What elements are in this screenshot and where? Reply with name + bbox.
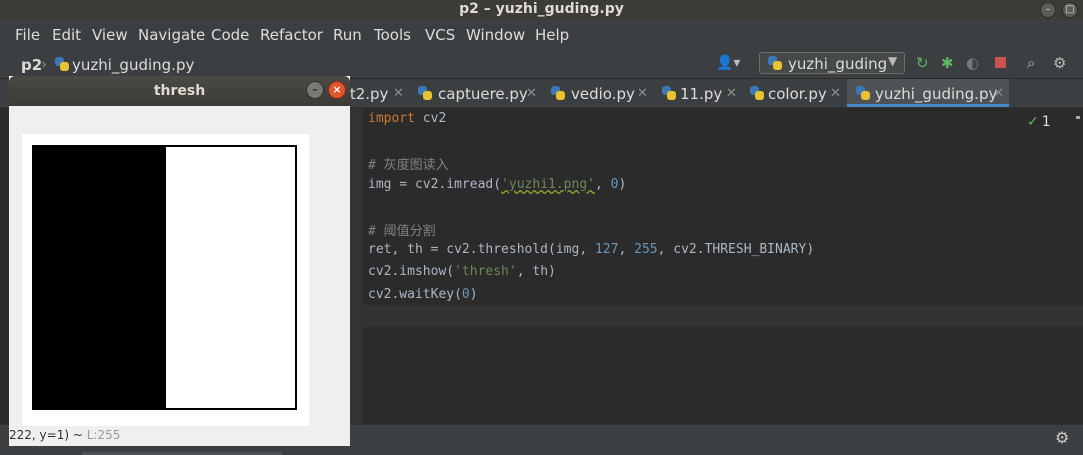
close-tab-icon[interactable]: ✕ [993,86,1004,101]
menu-navigate[interactable]: Navigate [138,26,205,44]
tab-label: 11.py [680,85,723,103]
os-title-bar: p2 – yuzhi_guding.py – □ [0,0,1083,20]
minimize-icon: – [312,83,318,96]
close-tab-icon[interactable]: ✕ [637,86,648,101]
code-line-4: img = cv2.imread('yuzhi1.png', 0) [368,177,627,192]
opencv-window-title: thresh [153,83,206,99]
inspection-count: 1 [1041,114,1051,130]
code-line-3: # 灰度图读入 [368,158,449,173]
close-tab-icon[interactable]: ✕ [526,86,537,101]
menu-refactor[interactable]: Refactor [260,26,323,44]
opencv-window-titlebar[interactable]: thresh – × [9,76,350,106]
opencv-status-bar: 222, y=1) ~ L:255 [9,428,350,446]
close-tab-icon[interactable]: ✕ [726,86,737,101]
user-account-icon[interactable]: 👤▾ [716,55,740,71]
debug-icon[interactable]: ✱ [941,54,954,72]
python-file-icon [551,86,565,100]
pixel-value: L:255 [86,428,121,442]
minimize-icon: – [1045,4,1051,15]
maximize-icon: □ [1065,4,1075,15]
run-configuration-label: yuzhi_guding [788,55,888,73]
window-maximize-button[interactable]: □ [1062,2,1078,18]
settings-gear-icon[interactable]: ⚙ [1055,428,1069,447]
image-canvas[interactable] [22,134,309,426]
settings-gear-icon[interactable]: ⚙ [1053,54,1066,72]
python-file-icon [750,86,764,100]
breadcrumb-file[interactable]: yuzhi_guding.py [72,56,194,74]
menu-tools[interactable]: Tools [374,26,411,44]
pixel-coordinates: 222, y=1) ~ [9,428,87,442]
menu-bar: File Edit View Navigate Code Refactor Ru… [0,20,1083,50]
python-config-icon [768,56,782,70]
menu-edit[interactable]: Edit [52,26,81,44]
code-line-8: cv2.imshow('thresh', th) [368,264,556,279]
menu-code[interactable]: Code [211,26,249,44]
window-minimize-button[interactable]: – [1040,2,1056,18]
opencv-minimize-button[interactable]: – [306,81,324,99]
code-line-6: # 阈值分割 [368,224,436,239]
image-black-region [34,147,166,408]
tab-color[interactable]: color.py ✕ [746,79,844,107]
run-configuration-select[interactable]: yuzhi_guding ▼ [759,52,905,74]
breadcrumb-chevron-icon: › [41,55,47,73]
code-line-1: import cv2 [368,111,447,126]
tab-label: vedio.py [571,85,635,103]
tab-vedio[interactable]: vedio.py ✕ [545,79,653,107]
navigation-bar: p2 › yuzhi_guding.py 👤▾ yuzhi_guding ▼ ↻… [0,50,1083,79]
python-file-icon [55,57,69,71]
menu-vcs[interactable]: VCS [425,26,455,44]
python-file-icon [856,86,870,100]
breadcrumb-project[interactable]: p2 [21,56,42,74]
menu-run[interactable]: Run [333,26,362,44]
opencv-window-body: 222, y=1) ~ L:255 [9,106,350,446]
menu-help[interactable]: Help [535,26,569,44]
tab-label: yuzhi_guding.py [875,85,998,103]
code-line-7: ret, th = cv2.threshold(img, 127, 255, c… [368,242,815,257]
window-title: p2 – yuzhi_guding.py [459,1,624,17]
check-icon: ✓ [1027,114,1039,130]
coverage-icon[interactable]: ◐ [966,54,979,72]
python-file-icon [662,86,676,100]
caret-line-highlight [362,305,1083,327]
threshold-image [32,145,297,410]
tab-yuzhi-guding[interactable]: yuzhi_guding.py ✕ [847,79,1009,107]
menu-window[interactable]: Window [466,26,525,44]
close-tab-icon[interactable]: ✕ [393,86,404,101]
rerun-icon[interactable]: ↻ [916,54,929,72]
tab-11[interactable]: 11.py ✕ [656,79,744,107]
close-tab-icon[interactable]: ✕ [830,86,841,101]
opencv-window[interactable]: thresh – × 222, y=1) ~ L:255 [9,76,350,446]
tab-label: captuere.py [438,85,528,103]
opencv-close-button[interactable]: × [328,81,346,99]
python-file-icon [418,86,432,100]
stop-icon[interactable] [995,57,1006,68]
tab-label: color.py [768,85,827,103]
tab-captuere[interactable]: captuere.py ✕ [412,79,542,107]
code-line-9: cv2.waitKey(0) [368,287,478,302]
menu-view[interactable]: View [92,26,128,44]
menu-file[interactable]: File [15,26,40,44]
close-icon: × [332,83,342,96]
inspection-widget[interactable]: ✓ 1 [1027,114,1051,130]
search-icon[interactable]: ⌕ [1027,54,1035,72]
editor-gutter [348,108,362,424]
chevron-down-icon: ▼ [888,54,898,68]
scrollbar-marker [1076,116,1080,119]
